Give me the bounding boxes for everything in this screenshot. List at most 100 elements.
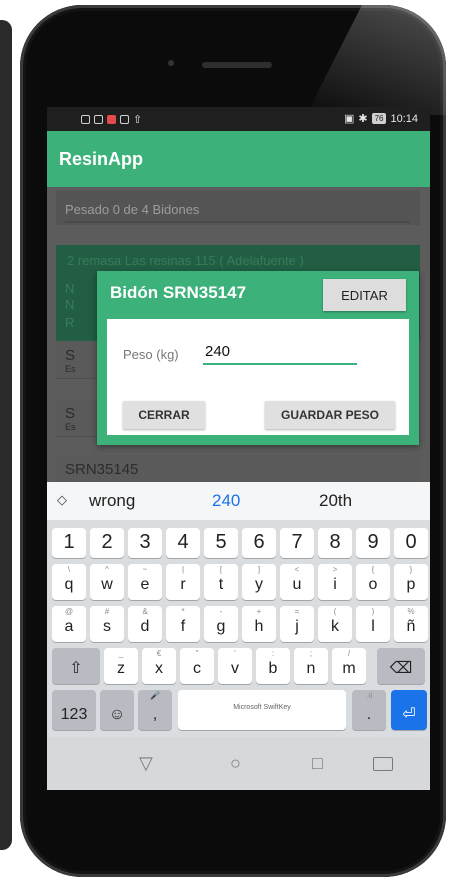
- key-j[interactable]: = j: [280, 606, 314, 642]
- key-hint: &: [142, 607, 148, 616]
- space-key[interactable]: Microsoft SwiftKey: [178, 690, 346, 730]
- key-h[interactable]: + h: [242, 606, 276, 642]
- key-hint: ]: [257, 565, 261, 574]
- key-l[interactable]: ) l: [356, 606, 390, 642]
- key-label: 9: [367, 531, 379, 553]
- key-d[interactable]: & d: [128, 606, 162, 642]
- adjacent-phone-edge: [0, 20, 12, 850]
- key-label: 4: [177, 531, 189, 553]
- key-g[interactable]: -g: [204, 606, 238, 642]
- home-icon[interactable]: ○: [230, 753, 241, 774]
- key-e[interactable]: ~ e: [128, 564, 162, 600]
- keyboard-switch-icon[interactable]: [373, 757, 393, 771]
- backspace-key[interactable]: ⌫: [377, 648, 425, 684]
- key-hint: +: [256, 607, 262, 616]
- keyboard-brand: Microsoft SwiftKey: [233, 704, 291, 711]
- remasa-line-1: N: [65, 281, 75, 296]
- key-label: y: [255, 576, 263, 593]
- key-n[interactable]: ; n: [294, 648, 328, 684]
- key-k[interactable]: (k: [318, 606, 352, 642]
- key-label: a: [64, 618, 74, 635]
- key-label: m: [342, 660, 356, 677]
- key-c[interactable]: " c: [180, 648, 214, 684]
- key-y[interactable]: ] y: [242, 564, 276, 600]
- close-button[interactable]: CERRAR: [123, 401, 205, 429]
- key-hint: <: [294, 565, 300, 574]
- key-b[interactable]: :b: [256, 648, 290, 684]
- key-f[interactable]: * f: [166, 606, 200, 642]
- shift-key[interactable]: ⇧: [52, 648, 100, 684]
- key-z[interactable]: _ z: [104, 648, 138, 684]
- clock: 10:14: [390, 112, 418, 125]
- key-5[interactable]: 5: [204, 528, 238, 558]
- key-hint: =: [294, 607, 300, 616]
- key-4[interactable]: 4: [166, 528, 200, 558]
- progress-label: Pesado 0 de 4 Bidones: [65, 202, 200, 217]
- key-hint: €: [156, 649, 162, 658]
- expand-toolbar-icon[interactable]: ◇: [57, 492, 67, 508]
- key-label: ⇧: [69, 660, 83, 677]
- key-p[interactable]: } p: [394, 564, 428, 600]
- key-9[interactable]: 9: [356, 528, 390, 558]
- key-t[interactable]: [t: [204, 564, 238, 600]
- suggestion[interactable]: 240: [212, 491, 240, 511]
- key-x[interactable]: € x: [142, 648, 176, 684]
- key-2[interactable]: 2: [90, 528, 124, 558]
- key-label: 6: [253, 531, 265, 553]
- key-q[interactable]: \ q: [52, 564, 86, 600]
- key-1[interactable]: 1: [52, 528, 86, 558]
- key-label: f: [180, 618, 186, 635]
- key-label: 3: [139, 531, 151, 553]
- key-3[interactable]: 3: [128, 528, 162, 558]
- remasa-title: 2 remasa Las resinas 115 ( Adelafuente ): [67, 253, 304, 268]
- key-label: u: [292, 576, 302, 593]
- key-label: j: [295, 618, 299, 635]
- list-item-subtitle: Es: [65, 422, 76, 432]
- key-r[interactable]: | r: [166, 564, 200, 600]
- key-a[interactable]: @ a: [52, 606, 86, 642]
- key-hint: ;: [309, 649, 313, 658]
- key-8[interactable]: 8: [318, 528, 352, 558]
- status-bar: ⇧ ▣ ✱ 76 10:14: [47, 107, 430, 131]
- screen: ⇧ ▣ ✱ 76 10:14 ResinApp Pesado 0 de 4 Bi…: [47, 107, 430, 790]
- phone-frame: ⇧ ▣ ✱ 76 10:14 ResinApp Pesado 0 de 4 Bi…: [20, 5, 446, 877]
- emoji-key[interactable]: ☺: [100, 690, 134, 730]
- edit-button[interactable]: EDITAR: [323, 279, 406, 311]
- key-label: 5: [215, 531, 227, 553]
- bluetooth-icon: ✱: [358, 113, 368, 125]
- back-icon[interactable]: ▽: [139, 753, 153, 774]
- recents-icon[interactable]: □: [312, 753, 323, 774]
- key-s[interactable]: # s: [90, 606, 124, 642]
- suggestion[interactable]: 20th: [319, 491, 352, 511]
- suggestion[interactable]: wrong: [89, 491, 135, 511]
- period-key[interactable]: .ıl.: [352, 690, 386, 730]
- symbols-key[interactable]: 123: [52, 690, 96, 730]
- key-i[interactable]: > i: [318, 564, 352, 600]
- key-w[interactable]: ^ w: [90, 564, 124, 600]
- key-6[interactable]: 6: [242, 528, 276, 558]
- key-u[interactable]: < u: [280, 564, 314, 600]
- peso-input[interactable]: [203, 339, 357, 365]
- key-label: g: [216, 618, 226, 635]
- nfc-icon: ▣: [343, 113, 355, 125]
- key-hint: 🎤: [150, 691, 160, 700]
- key-7[interactable]: 7: [280, 528, 314, 558]
- soft-keyboard: ◇ wrong 240 20th 1 2 3 4 5 6 7 8 9 0 \ q ^ w ~ e | r[t] y <…: [47, 482, 430, 790]
- key-hint: ": [195, 649, 199, 658]
- save-weight-button[interactable]: GUARDAR PESO: [265, 401, 395, 429]
- comma-mic-key[interactable]: 🎤,: [138, 690, 172, 730]
- key-label: 1: [63, 531, 75, 553]
- key-label: ⌫: [389, 660, 413, 677]
- key-m[interactable]: / m: [332, 648, 366, 684]
- enter-key[interactable]: ⏎: [391, 690, 427, 730]
- key-label: h: [254, 618, 264, 635]
- glass-reflection: [306, 5, 446, 115]
- key-v[interactable]: ' v: [218, 648, 252, 684]
- key-0[interactable]: 0: [394, 528, 428, 558]
- key-ñ[interactable]: % ñ: [394, 606, 428, 642]
- key-o[interactable]: {o: [356, 564, 390, 600]
- key-label: n: [306, 660, 316, 677]
- sim-icon: [81, 115, 90, 124]
- key-label: o: [368, 576, 378, 593]
- key-hint: %: [407, 607, 415, 616]
